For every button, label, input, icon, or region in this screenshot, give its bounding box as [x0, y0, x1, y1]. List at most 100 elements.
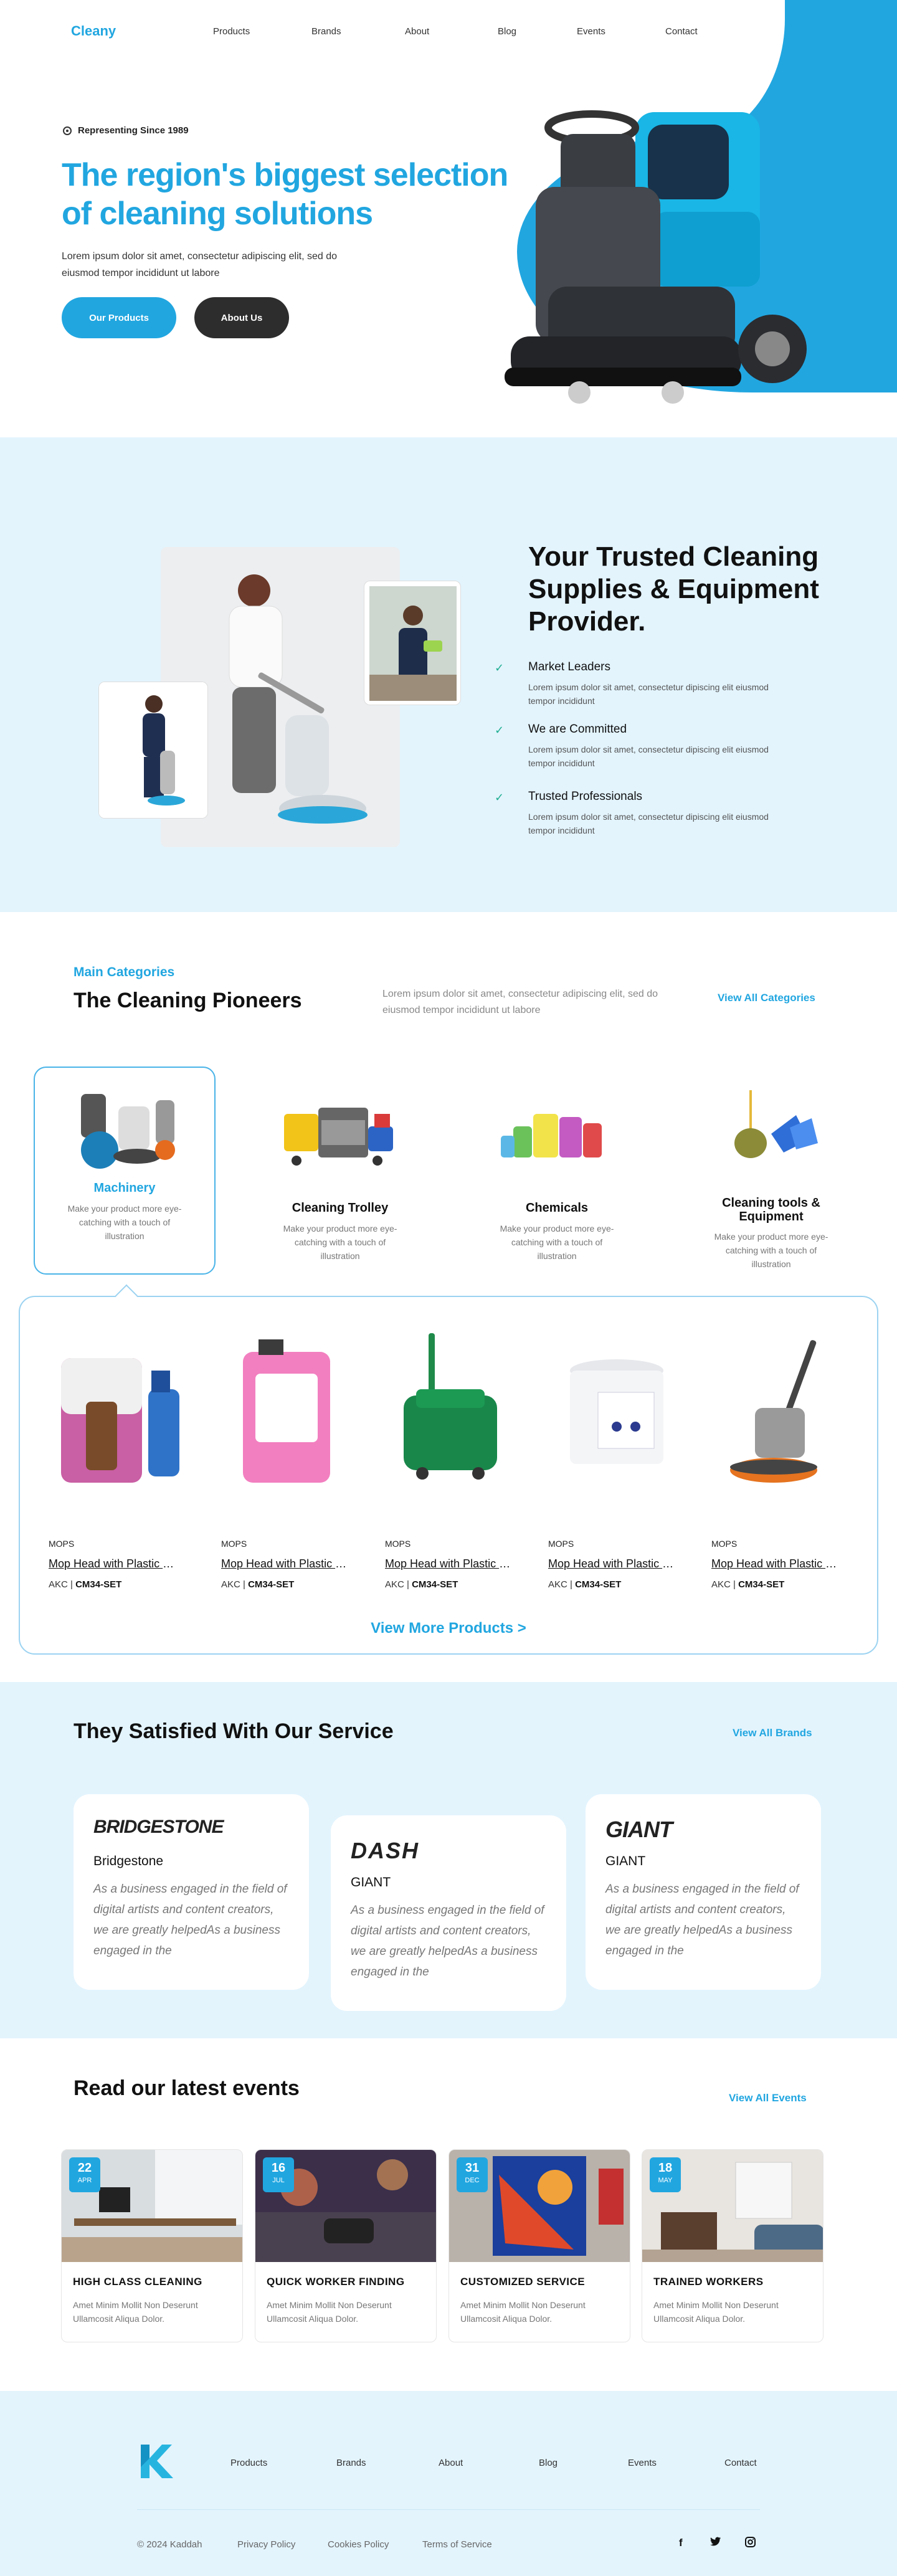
- event-date: 31 DEC: [457, 2157, 488, 2192]
- machinery-image: [56, 1081, 193, 1175]
- nav-brands[interactable]: Brands: [311, 26, 341, 37]
- nav-blog[interactable]: Blog: [498, 26, 516, 37]
- target-icon: [63, 126, 72, 135]
- nav-about[interactable]: About: [405, 26, 429, 37]
- cookies-policy-link[interactable]: Cookies Policy: [328, 2539, 389, 2550]
- terms-link[interactable]: Terms of Service: [422, 2539, 492, 2550]
- event-date: 16 JUL: [263, 2157, 294, 2192]
- feature-market-leaders: ✓ Market Leaders Lorem ipsum dolor sit a…: [495, 660, 843, 708]
- event-date: 22 APR: [69, 2157, 100, 2192]
- nav-products[interactable]: Products: [213, 26, 250, 37]
- event-card[interactable]: 22 APR HIGH CLASS CLEANING Amet Minim Mol…: [61, 2149, 243, 2342]
- check-icon: ✓: [495, 724, 505, 736]
- view-all-brands-link[interactable]: View All Brands: [733, 1727, 812, 1739]
- category-text: Make your product more eye-catching with…: [714, 1232, 828, 1269]
- hero-text: Lorem ipsum dolor sit amet, consectetur …: [62, 251, 337, 278]
- floor-scrubber-image: [505, 110, 807, 404]
- footer-nav-events[interactable]: Events: [628, 2458, 657, 2468]
- hero-section: Cleany Products Brands About Blog Events…: [0, 0, 897, 437]
- brand-card: GIANT GIANT As a business engaged in the…: [586, 1794, 821, 1990]
- hero-eyebrow: Representing Since 1989: [63, 125, 189, 136]
- trolley-image: [272, 1089, 409, 1182]
- nav-events[interactable]: Events: [577, 26, 605, 37]
- event-card[interactable]: 16 JUL QUICK WORKER FINDING Amet Minim Mo…: [255, 2149, 437, 2342]
- product-image: [385, 1333, 541, 1514]
- event-card[interactable]: 31 DEC CUSTOMIZED SERVICE Amet Minim Moll…: [448, 2149, 630, 2342]
- twitter-icon[interactable]: [710, 2537, 721, 2550]
- brand-testimonial: As a business engaged in the field of di…: [93, 1883, 287, 1957]
- product-card[interactable]: MOPS Mop Head with Plastic Socket AKC | …: [221, 1333, 377, 1590]
- categories-text: Lorem ipsum dolor sit amet, consectetur …: [382, 989, 658, 1015]
- event-image: 22 APR: [62, 2150, 242, 2262]
- view-all-events-link[interactable]: View All Events: [729, 2092, 807, 2104]
- feature-text: Lorem ipsum dolor sit amet, consectetur …: [528, 744, 769, 768]
- chemicals-image: [488, 1089, 625, 1182]
- category-cleaning-trolley[interactable]: Cleaning Trolley Make your product more …: [249, 1067, 431, 1275]
- footer-nav-brands[interactable]: Brands: [336, 2458, 366, 2468]
- logo[interactable]: Cleany: [71, 23, 116, 39]
- man-with-machine-photo: [98, 682, 208, 819]
- brand-testimonial: As a business engaged in the field of di…: [351, 1904, 544, 1979]
- brands-section: They Satisfied With Our Service View All…: [0, 1682, 897, 2038]
- brand-name: GIANT: [351, 1875, 391, 1889]
- category-cleaning-tools[interactable]: Cleaning tools & Equipment Make your pro…: [680, 1067, 862, 1275]
- brand-name: Bridgestone: [93, 1854, 164, 1868]
- privacy-policy-link[interactable]: Privacy Policy: [237, 2539, 295, 2550]
- footer-logo-icon[interactable]: [138, 2442, 174, 2481]
- category-text: Make your product more eye-catching with…: [283, 1224, 397, 1261]
- nav-contact[interactable]: Contact: [665, 26, 698, 37]
- product-image: [548, 1333, 704, 1514]
- product-category: MOPS: [711, 1539, 738, 1549]
- event-title: QUICK WORKER FINDING: [267, 2276, 405, 2288]
- footer-nav-products[interactable]: Products: [230, 2458, 267, 2468]
- footer-nav-about[interactable]: About: [439, 2458, 463, 2468]
- event-title: CUSTOMIZED SERVICE: [460, 2276, 586, 2288]
- category-text: Make your product more eye-catching with…: [500, 1224, 614, 1261]
- footer-nav-contact[interactable]: Contact: [724, 2458, 757, 2468]
- event-text: Amet Minim Mollit Non Deserunt Ullamcosi…: [653, 2300, 779, 2324]
- event-title: HIGH CLASS CLEANING: [73, 2276, 202, 2288]
- product-name[interactable]: Mop Head with Plastic Socket: [49, 1557, 179, 1571]
- product-name[interactable]: Mop Head with Plastic Socket: [221, 1557, 352, 1571]
- product-category: MOPS: [49, 1539, 75, 1549]
- brand-logo: GIANT: [605, 1817, 673, 1842]
- product-code: AKC | CM34-SET: [711, 1579, 785, 1590]
- facebook-icon[interactable]: f: [679, 2537, 683, 2549]
- category-machinery[interactable]: Machinery Make your product more eye-cat…: [34, 1067, 216, 1275]
- product-code: AKC | CM34-SET: [385, 1579, 458, 1590]
- brand-logo: DASH: [351, 1838, 420, 1863]
- about-us-button[interactable]: About Us: [194, 297, 289, 338]
- product-name[interactable]: Mop Head with Plastic Socket: [385, 1557, 516, 1571]
- product-card[interactable]: MOPS Mop Head with Plastic Socket AKC | …: [548, 1333, 704, 1590]
- product-card[interactable]: MOPS Mop Head with Plastic Socket AKC | …: [49, 1333, 204, 1590]
- product-name[interactable]: Mop Head with Plastic Socket: [548, 1557, 679, 1571]
- category-title: Cleaning Trolley: [292, 1201, 389, 1215]
- events-title: Read our latest events: [74, 2076, 300, 2100]
- category-chemicals[interactable]: Chemicals Make your product more eye-cat…: [466, 1067, 648, 1275]
- category-title: Chemicals: [525, 1201, 589, 1215]
- event-image: 18 MAY: [642, 2150, 823, 2262]
- check-icon: ✓: [495, 791, 505, 804]
- event-card[interactable]: 18 MAY TRAINED WORKERS Amet Minim Mollit …: [642, 2149, 823, 2342]
- trusted-title: Your Trusted Cleaning Supplies & Equipme…: [528, 541, 819, 637]
- brand-testimonial: As a business engaged in the field of di…: [605, 1883, 799, 1957]
- page: Cleany Products Brands About Blog Events…: [0, 0, 897, 2576]
- product-card[interactable]: MOPS Mop Head with Plastic Socket AKC | …: [711, 1333, 867, 1590]
- our-products-button[interactable]: Our Products: [62, 297, 176, 338]
- feature-committed: ✓ We are Committed Lorem ipsum dolor sit…: [495, 723, 843, 770]
- footer-divider: [137, 2509, 760, 2510]
- product-category: MOPS: [385, 1539, 411, 1549]
- event-image: 31 DEC: [449, 2150, 630, 2262]
- categories-kicker: Main Categories: [74, 965, 175, 979]
- product-name[interactable]: Mop Head with Plastic Socket: [711, 1557, 842, 1571]
- instagram-icon[interactable]: [745, 2537, 756, 2550]
- product-code: AKC | CM34-SET: [49, 1579, 122, 1590]
- view-more-products-link[interactable]: View More Products >: [0, 1620, 897, 1637]
- view-all-categories-link[interactable]: View All Categories: [718, 992, 815, 1004]
- feature-professionals: ✓ Trusted Professionals Lorem ipsum dolo…: [495, 790, 843, 837]
- footer-nav-blog[interactable]: Blog: [539, 2458, 558, 2468]
- product-card[interactable]: MOPS Mop Head with Plastic Socket AKC | …: [385, 1333, 541, 1590]
- brand-card: BRIDGESTONE Bridgestone As a business en…: [74, 1794, 309, 1990]
- worker-spraying-photo: [364, 581, 461, 705]
- brand-name: GIANT: [605, 1854, 646, 1868]
